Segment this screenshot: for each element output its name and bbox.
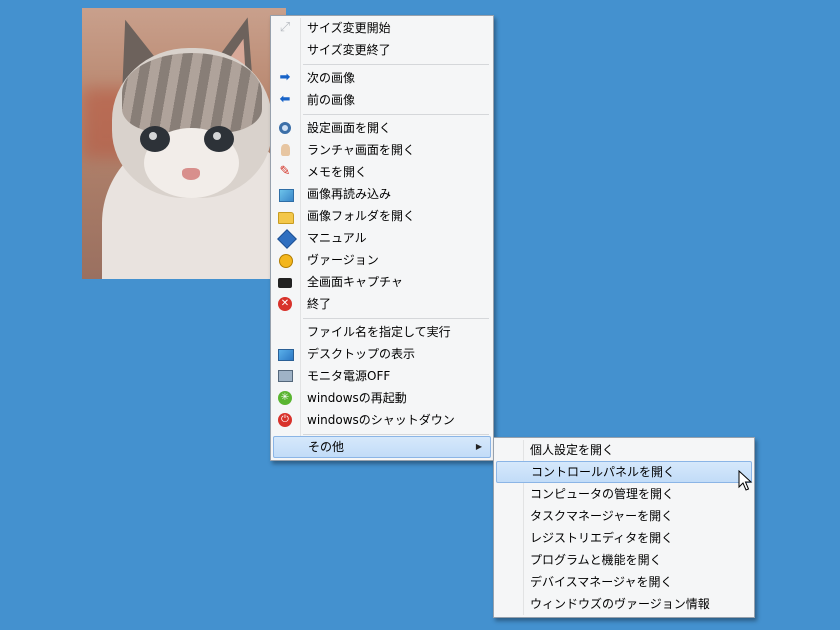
menu-item-resize-end[interactable]: サイズ変更終了 bbox=[273, 39, 491, 61]
menu-item-label: 全画面キャプチャ bbox=[307, 275, 403, 289]
menu-item-prev-image[interactable]: ⬅ 前の画像 bbox=[273, 89, 491, 111]
menu-item-label: 個人設定を開く bbox=[530, 443, 615, 457]
menu-item-label: デバイスマネージャを開く bbox=[530, 575, 673, 589]
menu-item-open-settings[interactable]: 設定画面を開く bbox=[273, 117, 491, 139]
cat-left-eye bbox=[140, 126, 170, 152]
cat-nose bbox=[182, 168, 200, 180]
menu-item-label: 画像フォルダを開く bbox=[307, 209, 416, 223]
submenu-item-computer-management[interactable]: コンピュータの管理を開く bbox=[496, 483, 752, 505]
menu-item-label: デスクトップの表示 bbox=[307, 347, 416, 361]
submenu-item-task-manager[interactable]: タスクマネージャーを開く bbox=[496, 505, 752, 527]
submenu-arrow-icon: ▶ bbox=[475, 442, 482, 451]
mouse-cursor-icon bbox=[738, 470, 753, 491]
menu-item-label: 次の画像 bbox=[307, 71, 356, 85]
menu-item-label: メモを開く bbox=[307, 165, 368, 179]
menu-item-monitor-off[interactable]: モニタ電源OFF bbox=[273, 365, 491, 387]
menu-item-show-desktop[interactable]: デスクトップの表示 bbox=[273, 343, 491, 365]
menu-item-label: レジストリエディタを開く bbox=[530, 531, 674, 545]
pen-icon: ✎ bbox=[279, 164, 291, 179]
close-icon: ✕ bbox=[278, 297, 292, 311]
menu-separator bbox=[303, 114, 489, 115]
restart-icon: ✳ bbox=[278, 391, 292, 405]
submenu-item-programs-features[interactable]: プログラムと機能を開く bbox=[496, 549, 752, 571]
context-menu: ⤢ サイズ変更開始 サイズ変更終了 ➡ 次の画像 ⬅ 前の画像 設定画面を開く … bbox=[270, 15, 494, 461]
menu-item-label: windowsの再起動 bbox=[307, 391, 407, 405]
book-icon bbox=[277, 229, 297, 249]
menu-item-label: サイズ変更開始 bbox=[307, 21, 391, 35]
menu-item-open-memo[interactable]: ✎ メモを開く bbox=[273, 161, 491, 183]
folder-icon bbox=[278, 212, 294, 224]
menu-item-exit[interactable]: ✕ 終了 bbox=[273, 293, 491, 315]
menu-item-label: 終了 bbox=[307, 297, 332, 311]
arrow-left-icon: ⬅ bbox=[279, 92, 291, 107]
submenu-item-control-panel[interactable]: コントロールパネルを開く bbox=[496, 461, 752, 483]
menu-item-label: 画像再読み込み bbox=[307, 187, 392, 201]
menu-item-open-launcher[interactable]: ランチャ画面を開く bbox=[273, 139, 491, 161]
menu-item-run[interactable]: ファイル名を指定して実行 bbox=[273, 321, 491, 343]
launcher-icon bbox=[281, 144, 290, 156]
cat-photo bbox=[82, 8, 286, 279]
menu-item-version[interactable]: ヴァージョン bbox=[273, 249, 491, 271]
arrow-right-icon: ➡ bbox=[279, 70, 291, 85]
menu-separator bbox=[303, 318, 489, 319]
menu-item-label: ヴァージョン bbox=[307, 253, 379, 267]
desktop-icon bbox=[278, 349, 294, 361]
monitor-icon bbox=[278, 370, 293, 382]
menu-item-label: windowsのシャットダウン bbox=[307, 413, 455, 427]
menu-item-fullscreen-capture[interactable]: 全画面キャプチャ bbox=[273, 271, 491, 293]
power-icon: ⏻ bbox=[278, 413, 292, 427]
resize-icon: ⤢ bbox=[279, 20, 291, 35]
submenu-item-device-manager[interactable]: デバイスマネージャを開く bbox=[496, 571, 752, 593]
menu-item-label: その他 bbox=[308, 440, 345, 454]
menu-separator bbox=[303, 64, 489, 65]
reload-image-icon bbox=[279, 189, 294, 202]
menu-item-shutdown-windows[interactable]: ⏻ windowsのシャットダウン bbox=[273, 409, 491, 431]
cat-right-eye bbox=[204, 126, 234, 152]
menu-item-label: 設定画面を開く bbox=[307, 121, 392, 135]
menu-item-label: 前の画像 bbox=[307, 93, 356, 107]
menu-item-label: ファイル名を指定して実行 bbox=[307, 325, 451, 339]
submenu-item-windows-version[interactable]: ウィンドウズのヴァージョン情報 bbox=[496, 593, 752, 615]
submenu-item-registry-editor[interactable]: レジストリエディタを開く bbox=[496, 527, 752, 549]
submenu-item-personalize[interactable]: 個人設定を開く bbox=[496, 439, 752, 461]
gear-icon bbox=[279, 122, 291, 134]
menu-item-restart-windows[interactable]: ✳ windowsの再起動 bbox=[273, 387, 491, 409]
menu-item-label: コンピュータの管理を開く bbox=[530, 487, 675, 501]
menu-separator bbox=[303, 434, 489, 435]
menu-item-label: コントロールパネルを開く bbox=[531, 465, 676, 479]
menu-item-next-image[interactable]: ➡ 次の画像 bbox=[273, 67, 491, 89]
menu-item-label: ウィンドウズのヴァージョン情報 bbox=[530, 597, 710, 611]
menu-item-label: サイズ変更終了 bbox=[307, 43, 391, 57]
menu-item-resize-start[interactable]: ⤢ サイズ変更開始 bbox=[273, 17, 491, 39]
menu-item-reload-image[interactable]: 画像再読み込み bbox=[273, 183, 491, 205]
smiley-icon bbox=[279, 254, 293, 268]
menu-item-label: マニュアル bbox=[307, 231, 367, 245]
menu-item-open-image-folder[interactable]: 画像フォルダを開く bbox=[273, 205, 491, 227]
camera-icon bbox=[278, 278, 292, 288]
menu-item-label: ランチャ画面を開く bbox=[307, 143, 415, 157]
menu-item-other[interactable]: その他 ▶ bbox=[273, 436, 491, 458]
menu-item-label: モニタ電源OFF bbox=[307, 369, 391, 383]
menu-item-manual[interactable]: マニュアル bbox=[273, 227, 491, 249]
menu-item-label: タスクマネージャーを開く bbox=[530, 509, 674, 523]
menu-item-label: プログラムと機能を開く bbox=[530, 553, 662, 567]
submenu-other: 個人設定を開く コントロールパネルを開く コンピュータの管理を開く タスクマネー… bbox=[493, 437, 755, 618]
